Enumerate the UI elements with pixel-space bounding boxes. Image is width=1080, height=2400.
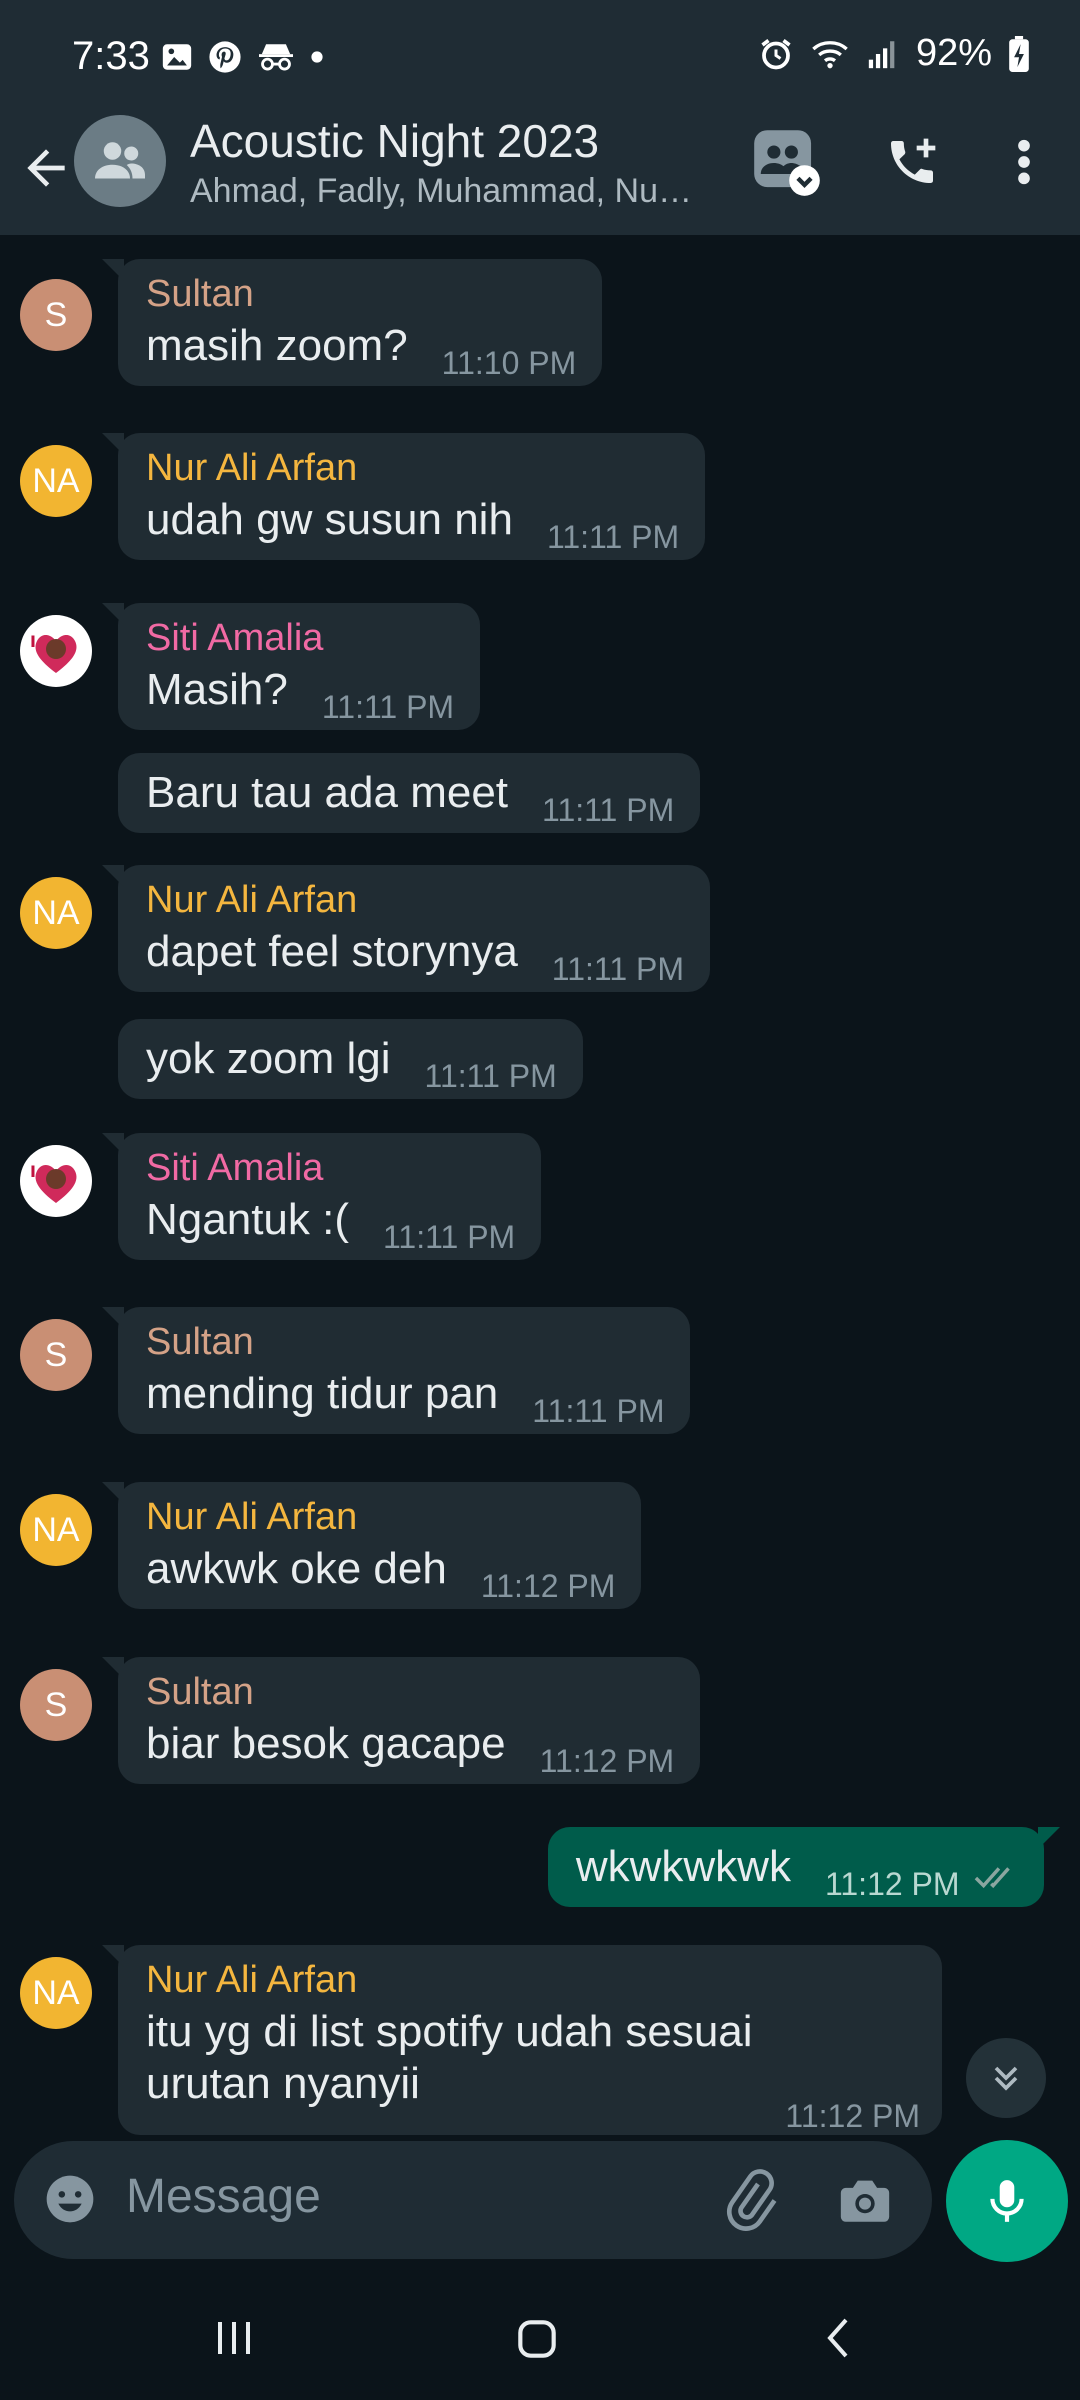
message-list[interactable]: S Sultan masih zoom? 11:10 PM NA Nur Ali … [0,235,1080,2140]
pinterest-icon [209,41,241,73]
community-icon[interactable] [752,128,822,203]
siti-avatar-image: I [24,1149,88,1213]
double-check-icon [974,1867,1010,1889]
message-text-line-1: itu yg di list spotify udah sesuai [146,2007,753,2056]
message-bubble[interactable]: Siti Amalia Ngantuk :( 11:11 PM [101,1133,542,1260]
battery-percent: 92% [915,32,992,74]
sender-name[interactable]: Sultan [146,1671,674,1714]
message-text: Ngantuk :( [146,1195,349,1244]
sender-name[interactable]: Nur Ali Arfan [146,1959,916,2002]
chat-header: Acoustic Night 2023 Ahmad, Fadly, Muhamm… [0,110,1080,235]
back-arrow-icon[interactable] [18,140,74,196]
message-time: 11:12 PM [480,1568,616,1604]
camera-icon[interactable] [836,2171,894,2229]
avatar[interactable]: NA [20,1957,92,2029]
add-call-icon[interactable] [884,134,940,195]
message-text: Baru tau ada meet [146,768,509,817]
signal-icon [868,40,895,68]
status-bar: 7:33 92% [0,0,1080,110]
message-bubble[interactable]: Nur Ali Arfan itu yg di list spotify uda… [102,1945,942,2135]
double-chevron-down-icon [994,2066,1018,2091]
svg-text:I: I [30,1162,36,1181]
message-time: 11:11 PM [546,519,680,555]
sender-name[interactable]: Nur Ali Arfan [146,447,679,490]
message-bubble[interactable]: Sultan mending tidur pan 11:11 PM [101,1307,691,1434]
avatar[interactable]: S [20,279,92,351]
svg-text:I: I [30,632,36,651]
message-time: 11:12 PM [785,2098,920,2134]
message-text: awkwk oke deh [146,1544,447,1593]
recent-apps-icon[interactable] [210,2314,258,2362]
emoji-icon[interactable] [42,2171,98,2227]
message-text: udah gw susun nih [146,495,513,544]
message-text: mending tidur pan [146,1369,499,1418]
message-bubble[interactable]: Baru tau ada meet 11:11 PM [118,753,701,833]
avatar[interactable]: NA [20,877,92,949]
group-title[interactable]: Acoustic Night 2023 [190,114,599,168]
status-notification-icons [160,40,324,74]
scroll-to-bottom-button[interactable] [966,2038,1046,2118]
dot-icon [311,51,323,63]
message-bubble[interactable]: Nur Ali Arfan dapet feel storynya 11:11 P… [101,865,711,992]
sender-name[interactable]: Siti Amalia [146,1147,515,1190]
home-icon[interactable] [512,2314,562,2364]
message-text: masih zoom? [146,321,408,370]
avatar[interactable]: NA [20,445,92,517]
voice-record-button[interactable] [946,2140,1068,2262]
message-input[interactable]: Message [126,2169,321,2224]
message-text: biar besok gacape [146,1719,506,1768]
alarm-icon [761,38,791,69]
gallery-icon [162,44,192,70]
message-text: dapet feel storynya [146,927,518,976]
message-time: 11:11 PM [551,951,685,987]
message-composer[interactable]: Message [14,2141,932,2259]
system-navigation-bar [0,2274,1080,2400]
message-bubble[interactable]: Siti Amalia Masih? 11:11 PM [101,603,481,730]
avatar[interactable]: I [20,615,92,687]
message-time: 11:11 PM [542,792,675,828]
message-bubble[interactable]: yok zoom lgi 11:11 PM [118,1019,583,1099]
message-bubble[interactable]: Sultan masih zoom? 11:10 PM [101,259,603,386]
group-avatar-icon[interactable] [74,115,166,207]
avatar[interactable]: S [20,1669,92,1741]
message-bubble[interactable]: Sultan biar besok gacape 11:12 PM [101,1657,701,1784]
message-time: 11:11 PM [321,689,455,725]
sender-name[interactable]: Sultan [146,1321,664,1364]
message-text: Masih? [146,665,288,714]
siti-avatar-image: I [24,619,88,683]
wifi-icon [812,40,848,68]
message-bubble[interactable]: Nur Ali Arfan awkwk oke deh 11:12 PM [101,1482,642,1609]
incognito-icon [259,44,293,71]
message-bubble[interactable]: Nur Ali Arfan udah gw susun nih 11:11 PM [101,433,706,560]
more-vert-icon[interactable] [1004,134,1044,195]
message-time: 11:10 PM [441,345,577,381]
avatar[interactable]: NA [20,1494,92,1566]
message-time: 11:11 PM [382,1219,516,1255]
sender-name[interactable]: Nur Ali Arfan [146,879,684,922]
message-time: 11:12 PM [539,1743,675,1779]
message-time: 11:11 PM [424,1058,557,1094]
message-time: 11:12 PM [824,1866,960,1902]
message-text: wkwkwkwk [575,1842,791,1891]
mic-icon [990,2180,1024,2222]
back-nav-icon[interactable] [816,2314,864,2362]
group-members[interactable]: Ahmad, Fadly, Muhammad, Nu… [190,172,730,211]
sender-name[interactable]: Nur Ali Arfan [146,1496,615,1539]
sender-name[interactable]: Sultan [146,273,576,316]
avatar[interactable]: I [20,1145,92,1217]
battery-charging-icon [1009,35,1029,72]
message-time: 11:11 PM [532,1393,665,1429]
status-system-icons: 92% [758,32,1030,75]
avatar[interactable]: S [20,1319,92,1391]
outgoing-message-bubble[interactable]: wkwkwkwk 11:12 PM [547,1827,1061,1907]
message-text: yok zoom lgi [146,1034,391,1083]
attach-icon[interactable] [718,2169,780,2231]
status-time: 7:33 [72,34,150,78]
sender-name[interactable]: Siti Amalia [146,617,454,660]
